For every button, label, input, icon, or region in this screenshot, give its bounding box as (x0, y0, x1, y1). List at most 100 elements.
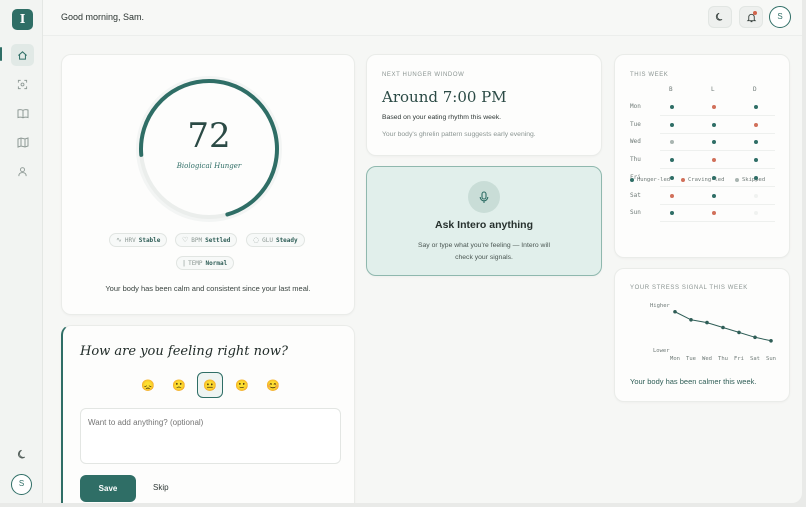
week-row-divider (660, 221, 775, 223)
stress-day-label: Sat (750, 356, 760, 362)
this-week-title: THIS WEEK (630, 72, 669, 78)
sidebar-item-map[interactable] (11, 131, 34, 153)
mood-option-content[interactable]: 🙂 (229, 372, 255, 398)
sidebar-item-scan[interactable] (11, 73, 34, 95)
stress-point (769, 339, 773, 343)
top-bar: Good morning, Sam. S (43, 0, 802, 36)
user-icon (18, 166, 27, 176)
app-window: I S Good morning, Sam. S 72 Biological H… (0, 0, 802, 503)
week-day-label: Wed (630, 138, 641, 146)
sidebar: I S (0, 0, 43, 503)
greeting-text: Good morning, Sam. (61, 12, 145, 22)
metric-value: Settled (205, 236, 231, 244)
week-meal-dot (670, 140, 674, 145)
week-meal-dot (670, 158, 674, 163)
mood-option-very-sad[interactable]: 😞 (135, 372, 161, 398)
dark-mode-button[interactable] (708, 6, 732, 28)
week-day-label: Sun (630, 209, 641, 217)
week-meal-dot (712, 175, 716, 180)
notifications-button[interactable] (739, 6, 763, 28)
skip-button[interactable]: Skip (153, 483, 169, 492)
week-meal-dot (712, 158, 716, 163)
week-row-divider (660, 150, 775, 152)
ask-subtitle: Say or type what you're feeling — Intero… (417, 242, 550, 261)
week-meal-dot (754, 211, 758, 216)
sidebar-item-home[interactable] (11, 44, 34, 66)
next-hunger-basis: Based on your eating rhythm this week. (382, 114, 502, 121)
stress-point (753, 335, 757, 340)
home-icon (18, 50, 27, 60)
week-meal-dot (754, 140, 758, 145)
stress-point (673, 309, 677, 314)
thermometer-icon: ǀ (183, 259, 186, 267)
book-icon (17, 108, 28, 118)
week-row-divider (660, 115, 775, 116)
stress-day-label: Mon (670, 356, 680, 362)
active-nav-indicator (0, 47, 2, 61)
week-meal-dot (712, 140, 716, 145)
next-hunger-card: NEXT HUNGER WINDOW Around 7:00 PM Based … (366, 54, 602, 156)
stress-point (705, 320, 709, 325)
mood-option-neutral[interactable]: 😐 (197, 372, 223, 398)
heart-icon: ♡ (182, 236, 189, 244)
metric-key: GLU (262, 236, 273, 244)
notification-dot (753, 11, 757, 15)
mic-button[interactable] (468, 181, 500, 213)
week-meal-dot (670, 193, 674, 198)
ask-title: Ask Intero anything (434, 219, 533, 231)
week-row-divider (660, 168, 775, 170)
week-meal-dot (754, 122, 758, 127)
week-meal-dot (712, 105, 716, 109)
ask-intero-card[interactable]: Ask Intero anything Say or type what you… (366, 166, 602, 276)
moon-icon (715, 12, 723, 21)
stress-card: YOUR STRESS SIGNAL THIS WEEK Higher Lowe… (614, 268, 790, 402)
metric-value: Normal (205, 259, 228, 267)
week-column-header: B (669, 86, 673, 93)
metric-pill-bpm: ♡ BPM Settled (175, 233, 238, 247)
sidebar-item-journal[interactable] (11, 102, 34, 124)
stress-day-label: Thu (718, 356, 728, 362)
sidebar-item-profile[interactable] (11, 160, 34, 182)
metric-pill-hrv: ∿ HRV Stable (109, 233, 168, 247)
stress-point (737, 330, 741, 335)
week-row-divider (660, 203, 775, 205)
save-button[interactable]: Save (80, 475, 136, 502)
legend-label: Hunger-led (637, 177, 671, 183)
hunger-label: Biological Hunger (176, 162, 242, 170)
next-hunger-time: Around 7:00 PM (382, 88, 507, 106)
wave-icon: ∿ (116, 236, 122, 244)
next-hunger-eyebrow: NEXT HUNGER WINDOW (382, 72, 465, 78)
week-meal-dot (754, 105, 758, 109)
week-meal-dot (754, 158, 758, 163)
hunger-ring: 72 Biological Hunger (136, 76, 282, 222)
this-week-card: THIS WEEK Hunger-led Craving-led Skipped… (614, 54, 790, 258)
mood-option-sad[interactable]: 🙁 (166, 372, 192, 398)
week-day-label: Mon (630, 103, 641, 110)
microphone-icon (479, 190, 489, 203)
week-day-label: Fri (630, 173, 641, 181)
metric-value: Steady (275, 236, 298, 244)
week-row-divider (660, 185, 775, 187)
stress-summary: Your body has been calmer this week. (630, 377, 757, 386)
moon-icon (18, 449, 26, 458)
week-meal-dot (712, 193, 716, 198)
week-day-label: Tue (630, 120, 641, 128)
stress-day-label: Tue (686, 356, 696, 362)
header-avatar[interactable]: S (769, 6, 791, 28)
feeling-card: How are you feeling right now? 😞 🙁 😐 🙂 😊… (61, 325, 355, 503)
app-logo[interactable]: I (12, 9, 33, 30)
legend-craving: Craving-led (681, 177, 724, 183)
week-meal-dot (754, 175, 758, 180)
week-column-header: D (753, 86, 757, 93)
next-hunger-detail: Your body's ghrelin pattern suggests ear… (382, 131, 536, 138)
mood-option-happy[interactable]: 😊 (260, 372, 286, 398)
legend-swatch (735, 178, 739, 182)
sidebar-avatar[interactable]: S (11, 474, 32, 495)
legend-skipped: Skipped (735, 177, 765, 183)
theme-toggle-button[interactable] (11, 443, 34, 465)
feeling-title: How are you feeling right now? (80, 344, 288, 359)
stress-point (689, 318, 693, 322)
feeling-note-input[interactable] (80, 408, 341, 464)
stress-day-label: Wed (702, 356, 712, 362)
stress-day-label: Fri (734, 356, 744, 362)
